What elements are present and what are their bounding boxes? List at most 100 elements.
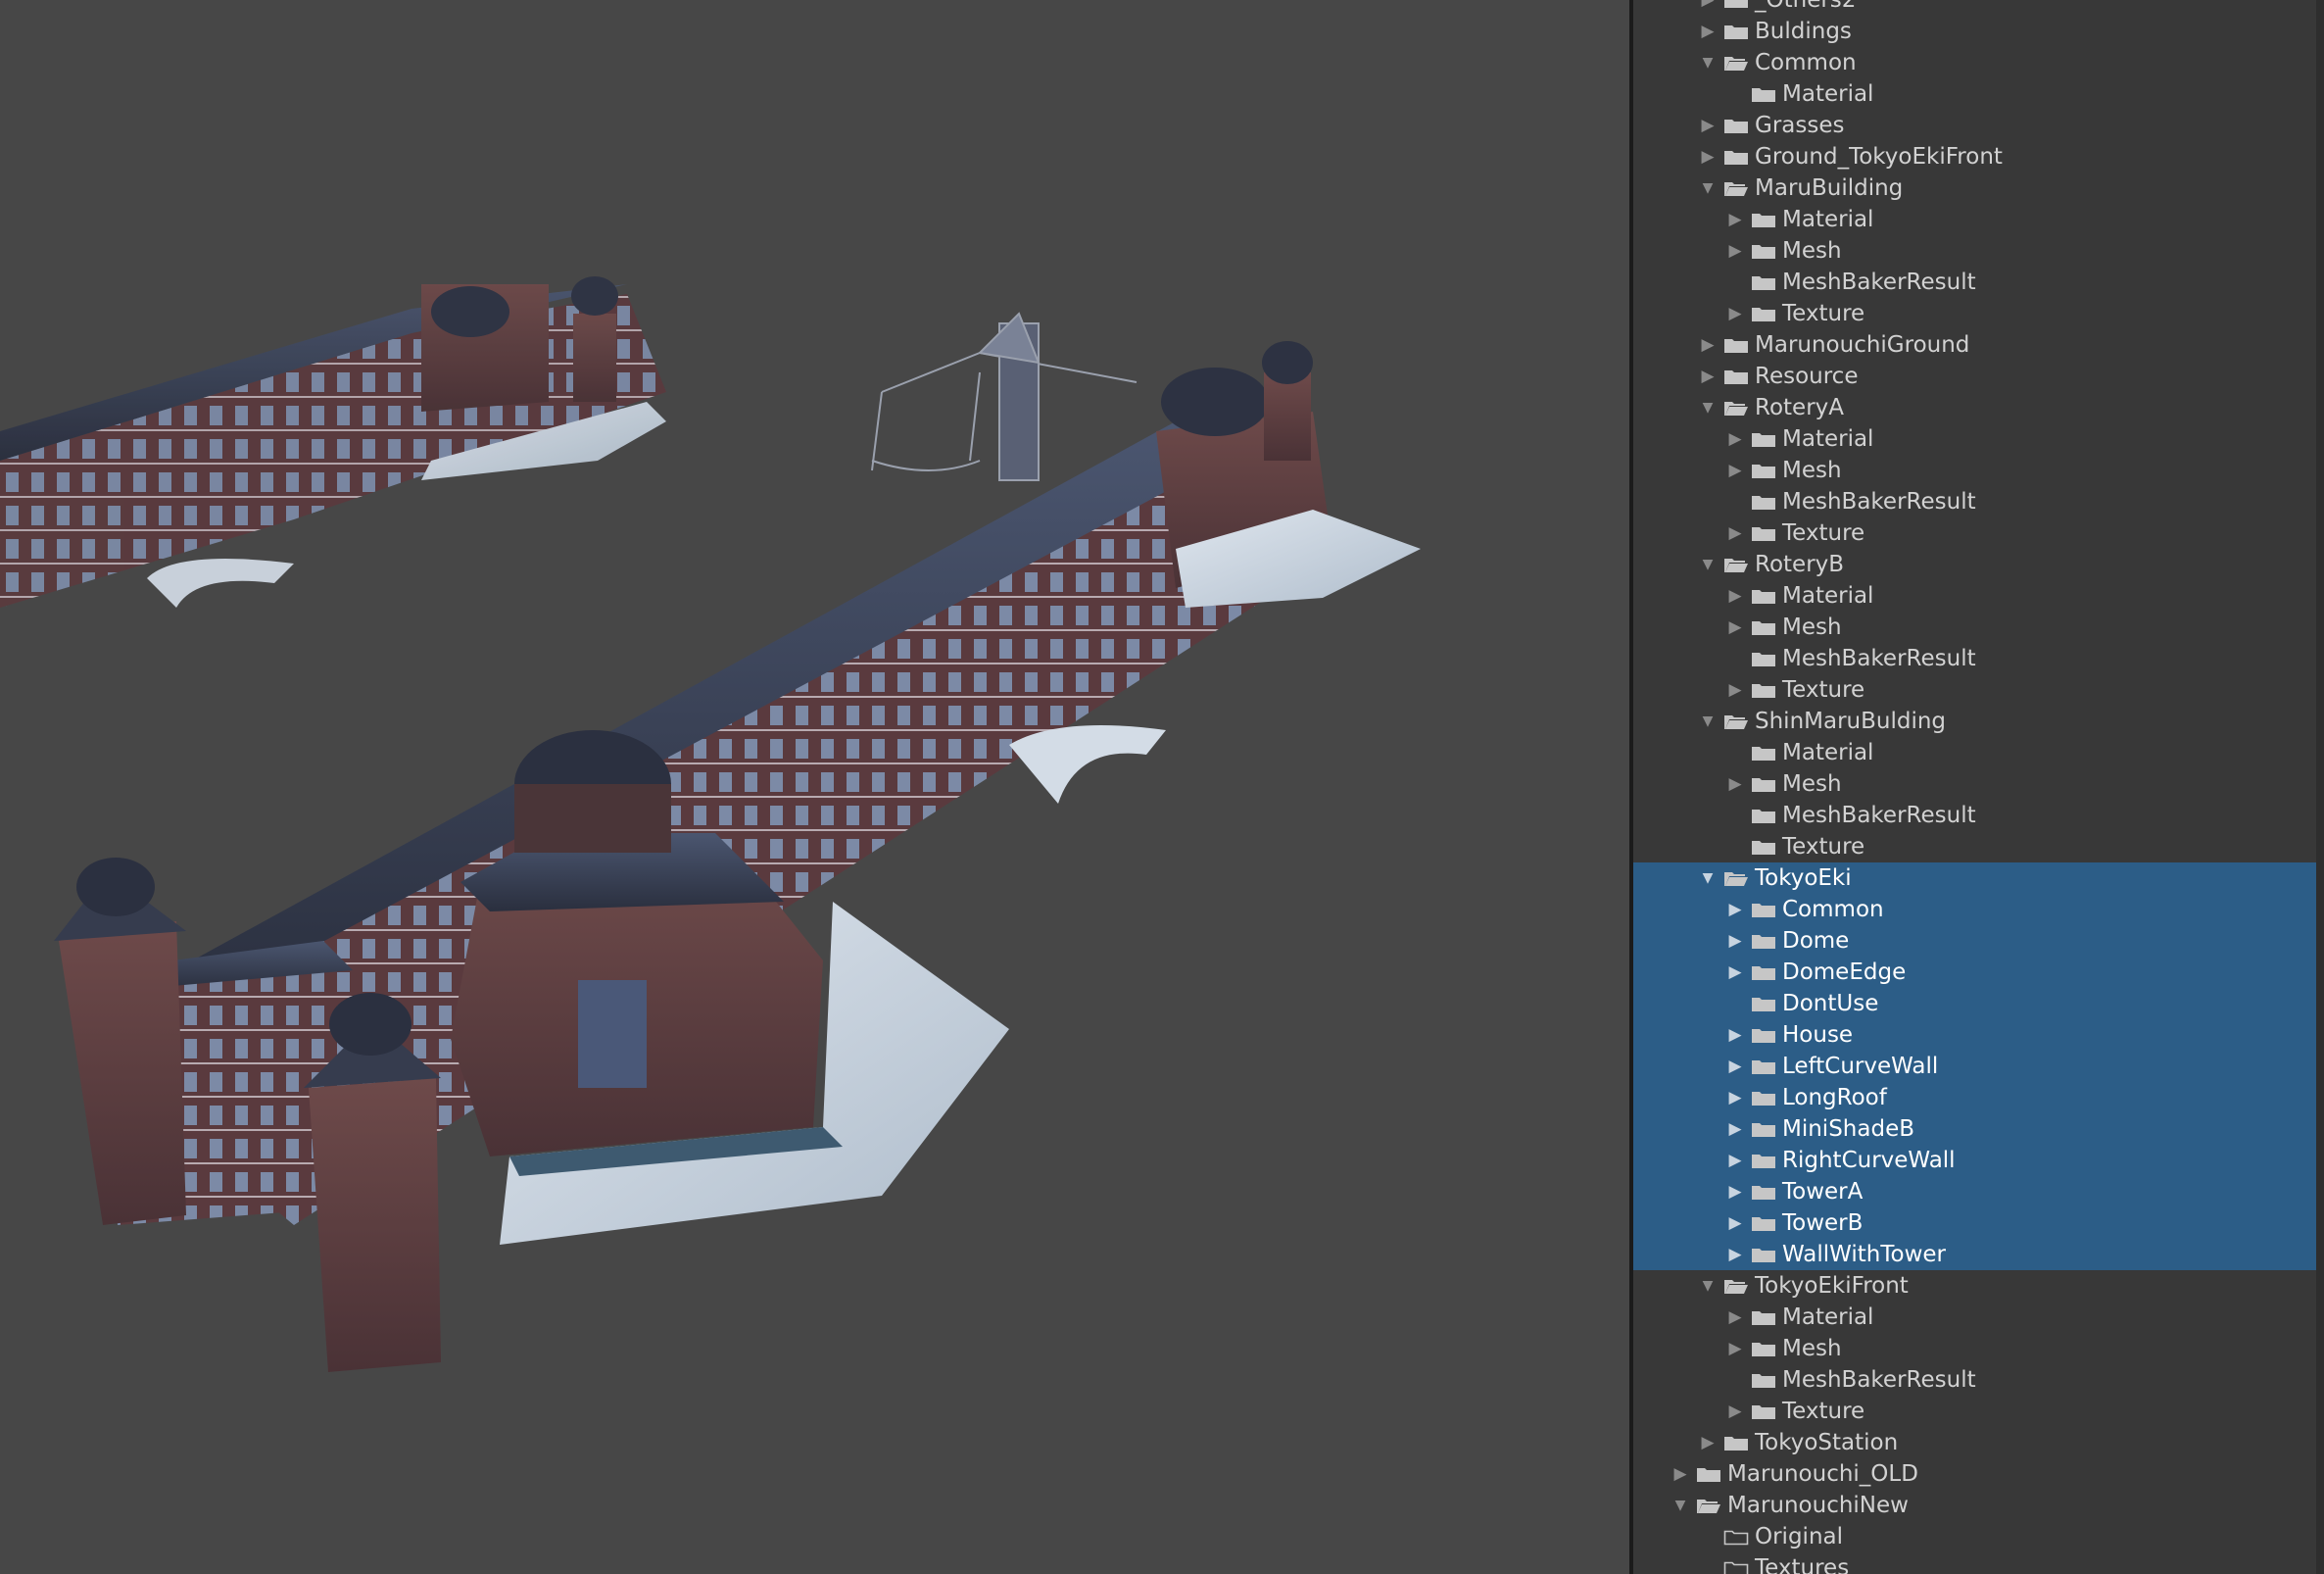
folder-row[interactable]: ▶ LongRoof — [1633, 1082, 2316, 1113]
folder-row[interactable]: ▶ Mesh — [1633, 768, 2324, 800]
expand-arrow-down-icon[interactable]: ▼ — [1698, 392, 1718, 423]
folder-row[interactable]: Textures — [1633, 1552, 2324, 1574]
folder-row[interactable]: ▼ Common — [1633, 47, 2324, 78]
expand-arrow-right-icon[interactable]: ▶ — [1698, 361, 1718, 392]
expand-arrow-right-icon[interactable]: ▶ — [1725, 612, 1745, 643]
folder-row[interactable]: ▼ ShinMaruBulding — [1633, 706, 2324, 737]
building-far — [0, 276, 666, 608]
folder-row[interactable]: ▶ TowerA — [1633, 1176, 2316, 1207]
folder-row[interactable]: ▼ RoteryB — [1633, 549, 2324, 580]
expand-arrow-down-icon[interactable]: ▼ — [1698, 549, 1718, 580]
expand-arrow-right-icon[interactable]: ▶ — [1725, 768, 1745, 800]
expand-arrow-right-icon[interactable]: ▶ — [1698, 110, 1718, 141]
expand-arrow-right-icon[interactable]: ▶ — [1725, 1113, 1745, 1145]
expand-arrow-right-icon[interactable]: ▶ — [1670, 1458, 1690, 1490]
expand-arrow-right-icon[interactable]: ▶ — [1725, 1145, 1745, 1176]
folder-row[interactable]: ▼ TokyoEki — [1633, 862, 2316, 894]
folder-row[interactable]: ▶ Mesh — [1633, 612, 2324, 643]
expand-arrow-right-icon[interactable]: ▶ — [1725, 1019, 1745, 1051]
folder-row[interactable]: ▶ House — [1633, 1019, 2316, 1051]
expand-arrow-right-icon[interactable]: ▶ — [1725, 1082, 1745, 1113]
folder-row[interactable]: ▶ RightCurveWall — [1633, 1145, 2316, 1176]
folder-row[interactable]: ▶ TokyoStation — [1633, 1427, 2324, 1458]
folder-row[interactable]: ▶ LeftCurveWall — [1633, 1051, 2316, 1082]
folder-row[interactable]: ▶ Grasses — [1633, 110, 2324, 141]
scene-view[interactable] — [0, 0, 1629, 1574]
folder-row[interactable]: ▶ Material — [1633, 204, 2324, 235]
folder-row[interactable]: ▶ MiniShadeB — [1633, 1113, 2316, 1145]
folder-row[interactable]: ▶ Marunouchi_OLD — [1633, 1458, 2324, 1490]
expand-arrow-right-icon[interactable]: ▶ — [1698, 1427, 1718, 1458]
folder-row[interactable]: ▶ Texture — [1633, 1396, 2324, 1427]
expand-arrow-right-icon[interactable]: ▶ — [1725, 298, 1745, 329]
folder-row[interactable]: ▶ Ground_TokyoEkiFront — [1633, 141, 2324, 172]
folder-row[interactable]: MeshBakerResult — [1633, 643, 2324, 674]
expand-arrow-right-icon[interactable]: ▶ — [1725, 1302, 1745, 1333]
expand-arrow-right-icon[interactable]: ▶ — [1725, 1051, 1745, 1082]
expand-arrow-down-icon[interactable]: ▼ — [1698, 862, 1718, 894]
project-panel[interactable]: ▶ _Others2 ▶ Buldings ▼ Common Material ▶ Grasse… — [1633, 0, 2324, 1574]
folder-row[interactable]: ▶ Material — [1633, 423, 2324, 455]
expand-arrow-right-icon[interactable]: ▶ — [1725, 455, 1745, 486]
expand-arrow-right-icon[interactable]: ▶ — [1725, 925, 1745, 957]
folder-row[interactable]: ▶ WallWithTower — [1633, 1239, 2316, 1270]
folder-row[interactable]: ▶ Mesh — [1633, 1333, 2324, 1364]
folder-icon — [1751, 807, 1776, 824]
folder-row[interactable]: ▶ Mesh — [1633, 235, 2324, 267]
folder-row[interactable]: MeshBakerResult — [1633, 800, 2324, 831]
folder-label: Resource — [1755, 364, 1859, 389]
folder-row[interactable]: ▶ Resource — [1633, 361, 2324, 392]
expand-arrow-right-icon[interactable]: ▶ — [1725, 1207, 1745, 1239]
expand-arrow-right-icon[interactable]: ▶ — [1725, 580, 1745, 612]
folder-row[interactable]: ▶ Material — [1633, 1302, 2324, 1333]
folder-row[interactable]: ▶ Texture — [1633, 674, 2324, 706]
expand-arrow-down-icon[interactable]: ▼ — [1698, 1270, 1718, 1302]
folder-row[interactable]: MeshBakerResult — [1633, 1364, 2324, 1396]
expand-arrow-right-icon[interactable]: ▶ — [1698, 0, 1718, 16]
expand-arrow-down-icon[interactable]: ▼ — [1698, 172, 1718, 204]
folder-row[interactable]: MeshBakerResult — [1633, 486, 2324, 517]
folder-row[interactable]: Texture — [1633, 831, 2324, 862]
expand-arrow-down-icon[interactable]: ▼ — [1670, 1490, 1690, 1521]
folder-row[interactable]: MeshBakerResult — [1633, 267, 2324, 298]
folder-row[interactable]: ▼ MaruBuilding — [1633, 172, 2324, 204]
folder-row[interactable]: ▶ Common — [1633, 894, 2316, 925]
folder-row[interactable]: ▶ Texture — [1633, 298, 2324, 329]
folder-row[interactable]: ▶ Texture — [1633, 517, 2324, 549]
expand-arrow-right-icon[interactable]: ▶ — [1698, 141, 1718, 172]
expand-arrow-right-icon[interactable]: ▶ — [1698, 16, 1718, 47]
project-scrollbar[interactable] — [2316, 0, 2324, 1574]
expand-arrow-down-icon[interactable]: ▼ — [1698, 47, 1718, 78]
expand-arrow-right-icon[interactable]: ▶ — [1698, 329, 1718, 361]
expand-arrow-right-icon[interactable]: ▶ — [1725, 957, 1745, 988]
expand-arrow-right-icon[interactable]: ▶ — [1725, 894, 1745, 925]
folder-row[interactable]: Original — [1633, 1521, 2324, 1552]
folder-row[interactable]: ▶ _Others2 — [1633, 0, 2324, 16]
folder-row[interactable]: ▶ TowerB — [1633, 1207, 2316, 1239]
folder-row[interactable]: ▶ DomeEdge — [1633, 957, 2316, 988]
folder-label: Buldings — [1755, 19, 1852, 44]
folder-row[interactable]: ▶ Dome — [1633, 925, 2316, 957]
expand-arrow-down-icon[interactable]: ▼ — [1698, 706, 1718, 737]
folder-icon — [1751, 650, 1776, 667]
folder-row[interactable]: ▶ Material — [1633, 580, 2324, 612]
folder-row[interactable]: ▼ TokyoEkiFront — [1633, 1270, 2324, 1302]
folder-row[interactable]: ▼ MarunouchiNew — [1633, 1490, 2324, 1521]
folder-row[interactable]: Material — [1633, 737, 2324, 768]
expand-arrow-right-icon[interactable]: ▶ — [1725, 1176, 1745, 1207]
expand-arrow-right-icon[interactable]: ▶ — [1725, 423, 1745, 455]
expand-arrow-right-icon[interactable]: ▶ — [1725, 517, 1745, 549]
folder-row[interactable]: DontUse — [1633, 988, 2316, 1019]
folder-row[interactable]: ▶ MarunouchiGround — [1633, 329, 2324, 361]
expand-arrow-right-icon[interactable]: ▶ — [1725, 674, 1745, 706]
folder-row[interactable]: ▶ Buldings — [1633, 16, 2324, 47]
expand-arrow-right-icon[interactable]: ▶ — [1725, 1396, 1745, 1427]
expand-arrow-right-icon[interactable]: ▶ — [1725, 204, 1745, 235]
folder-icon — [1751, 211, 1776, 228]
folder-row[interactable]: ▼ RoteryA — [1633, 392, 2324, 423]
expand-arrow-right-icon[interactable]: ▶ — [1725, 235, 1745, 267]
folder-row[interactable]: ▶ Mesh — [1633, 455, 2324, 486]
expand-arrow-right-icon[interactable]: ▶ — [1725, 1333, 1745, 1364]
expand-arrow-right-icon[interactable]: ▶ — [1725, 1239, 1745, 1270]
folder-row[interactable]: Material — [1633, 78, 2324, 110]
